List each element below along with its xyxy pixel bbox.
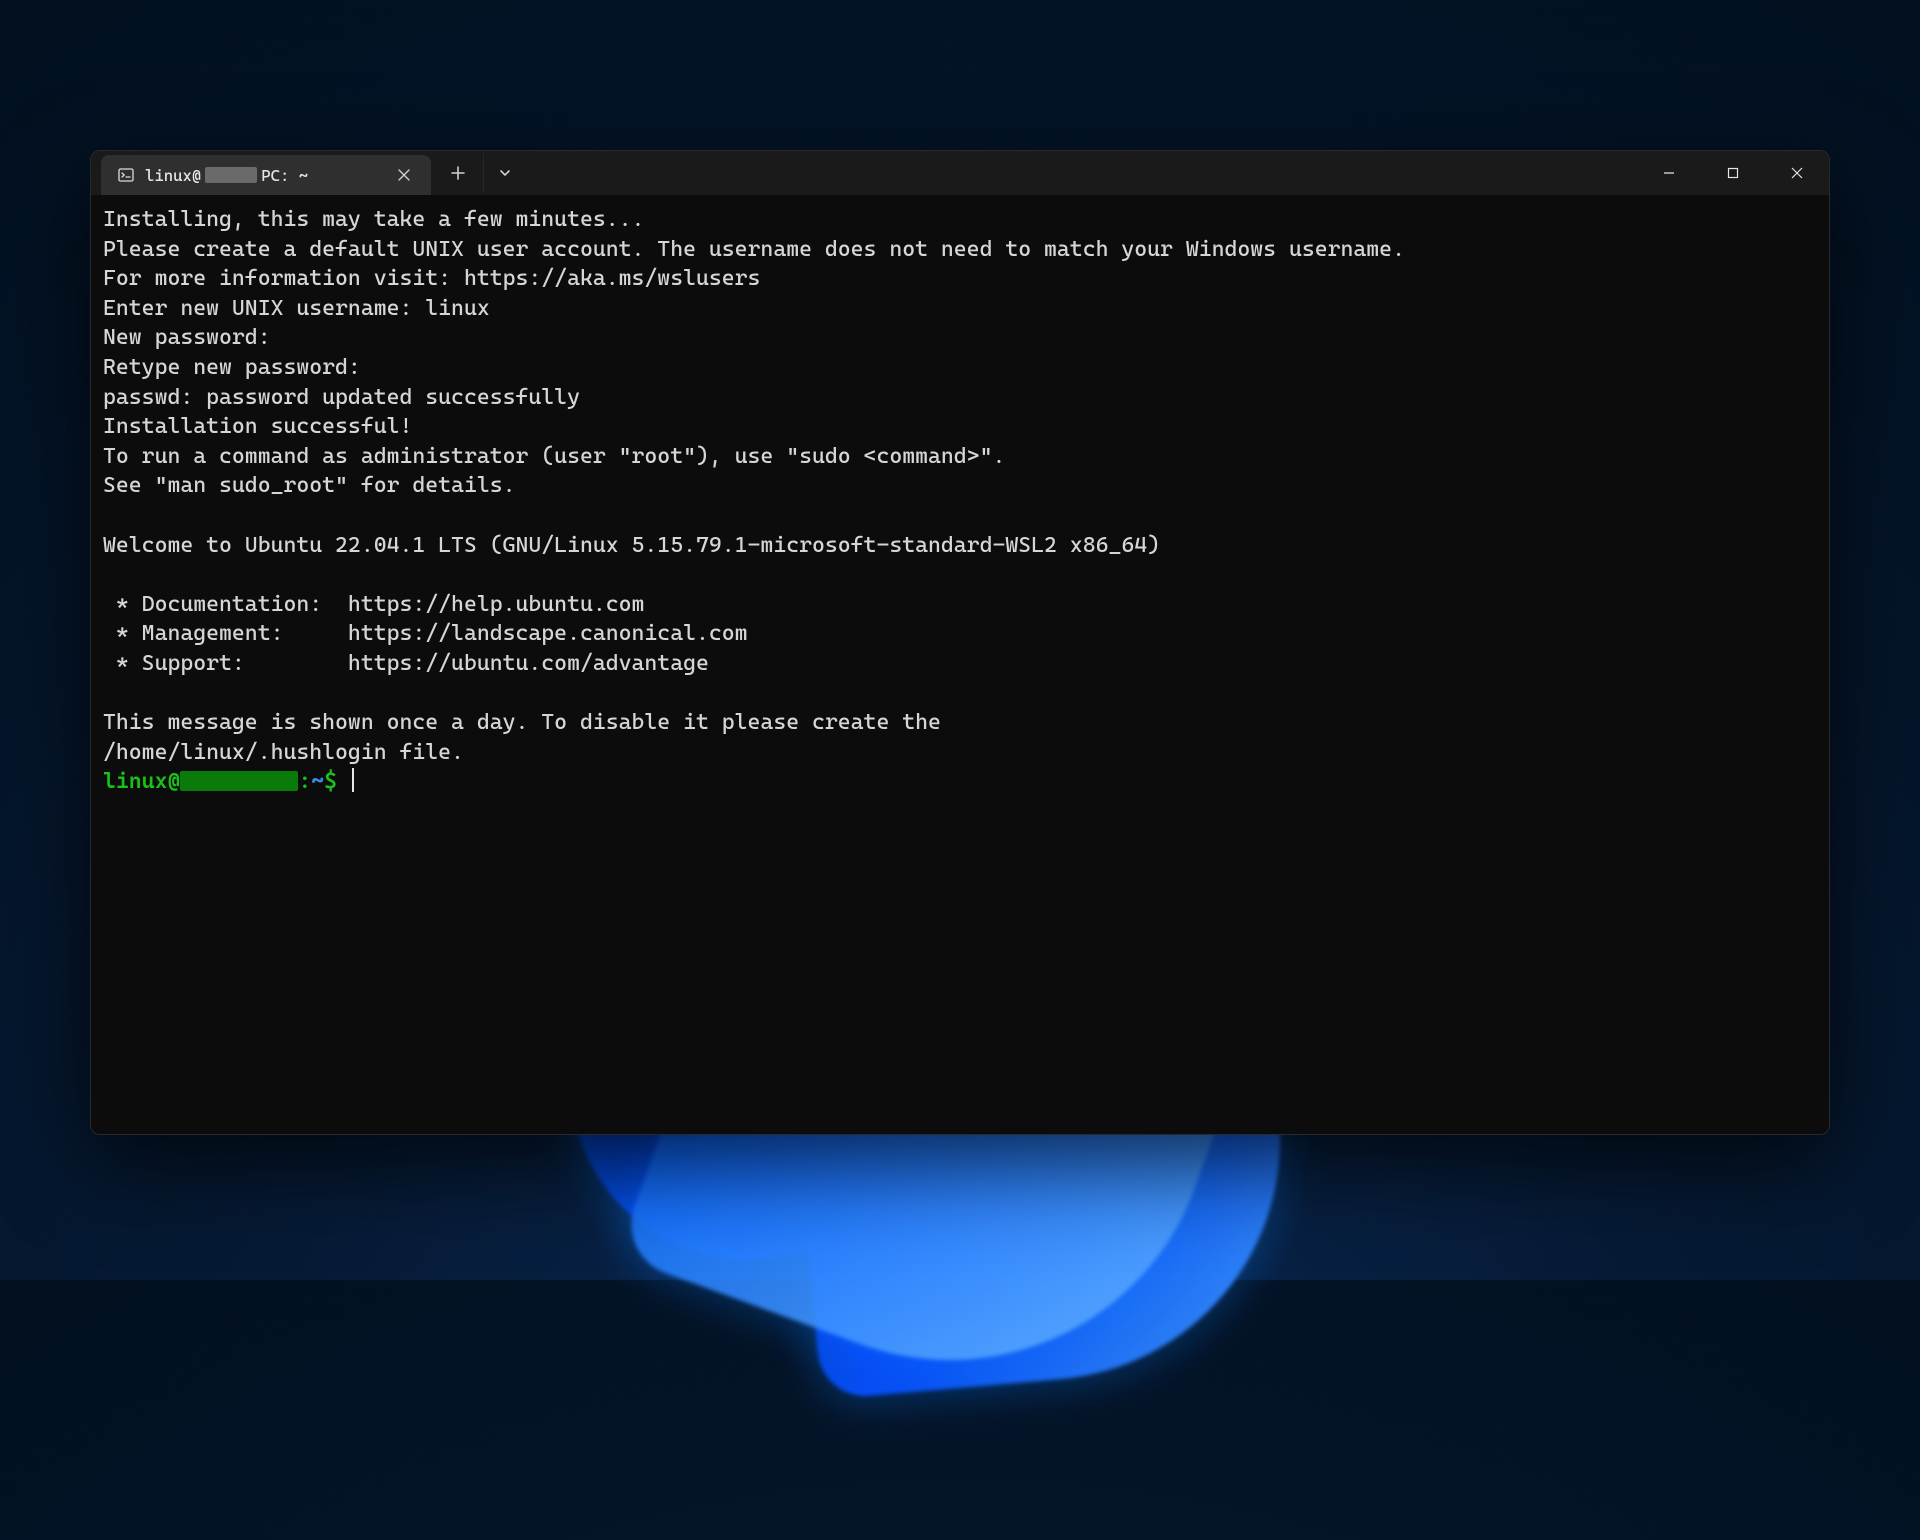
tab-title-prefix: linux@ (145, 166, 201, 185)
terminal-output[interactable]: Installing, this may take a few minutes.… (91, 195, 1829, 1134)
close-button[interactable] (1765, 151, 1829, 195)
terminal-tab[interactable]: linux@ PC: ~ (101, 155, 431, 195)
tab-dropdown-button[interactable] (483, 153, 525, 193)
shell-prompt: linux@:~$ (103, 769, 354, 794)
prompt-user: linux@ (103, 769, 180, 794)
terminal-window: linux@PC: ~ Install (90, 150, 1830, 1135)
new-tab-button[interactable] (437, 153, 479, 193)
window-titlebar[interactable]: linux@ PC: ~ (91, 151, 1829, 195)
window-controls (1637, 151, 1829, 195)
tab-title-redacted (205, 167, 257, 183)
prompt-symbol: $ (324, 769, 337, 794)
minimize-button[interactable] (1637, 151, 1701, 195)
titlebar-drag-region[interactable] (525, 151, 1637, 195)
prompt-separator: : (298, 769, 311, 794)
maximize-button[interactable] (1701, 151, 1765, 195)
tab-title-suffix: PC: ~ (261, 166, 308, 185)
prompt-host-redacted (180, 771, 298, 791)
tabbar-controls (437, 151, 525, 195)
tab-close-button[interactable] (391, 162, 417, 188)
terminal-lines: Installing, this may take a few minutes.… (103, 207, 1405, 765)
terminal-cursor (352, 768, 354, 792)
terminal-icon (117, 166, 135, 184)
tab-title: linux@ PC: ~ (145, 166, 381, 185)
prompt-path: ~ (311, 769, 324, 794)
